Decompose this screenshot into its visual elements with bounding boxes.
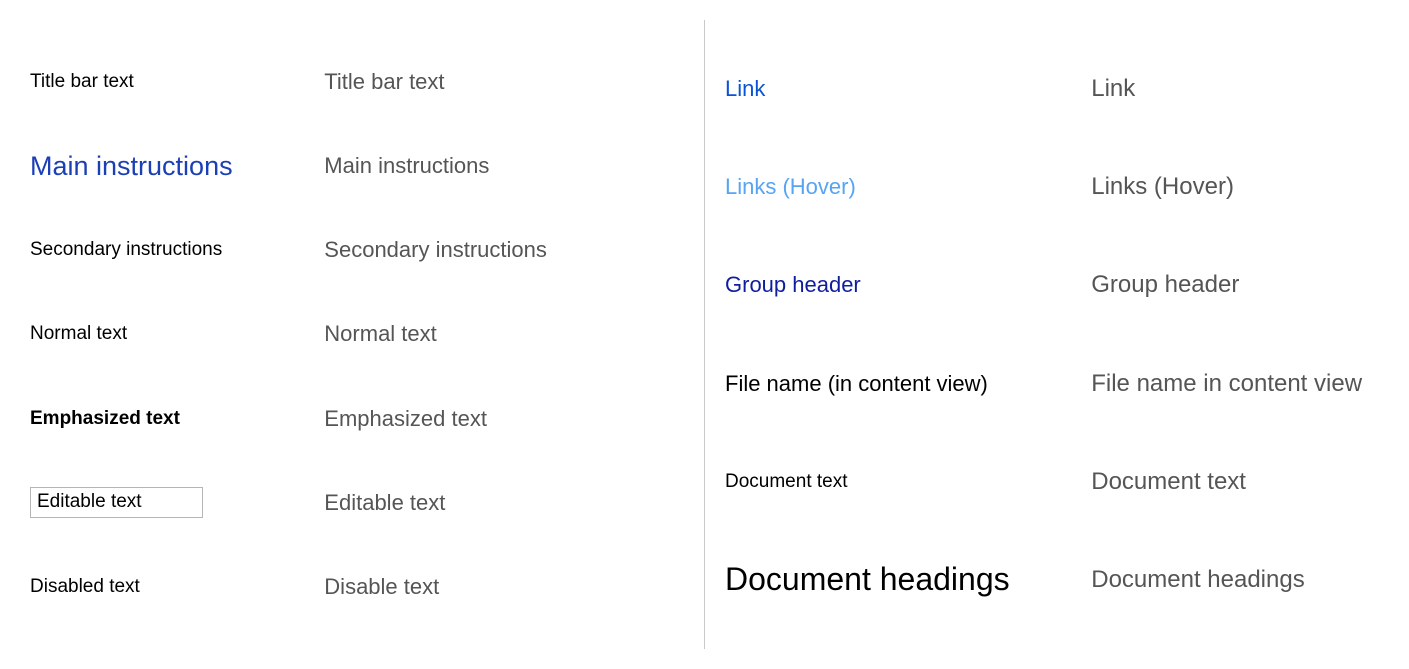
document-text-label: Document text <box>1091 468 1246 496</box>
disabled-text-label: Disable text <box>324 574 439 600</box>
document-headings-sample: Document headings <box>725 561 1010 598</box>
row-normal-text: Normal text Normal text <box>30 292 684 376</box>
link-text-sample[interactable]: Link <box>725 76 765 102</box>
file-name-content-view-label: File name in content view <box>1091 370 1362 398</box>
normal-text-sample: Normal text <box>30 323 127 345</box>
row-group-header: Group header Group header <box>725 236 1379 334</box>
secondary-instructions-label: Secondary instructions <box>324 237 547 263</box>
link-hover-text-sample[interactable]: Links (Hover) <box>725 174 856 200</box>
editable-text-sample[interactable]: Editable text <box>30 487 203 518</box>
row-link-text: Link Link <box>725 40 1379 138</box>
document-text-sample: Document text <box>725 471 848 493</box>
secondary-instructions-sample: Secondary instructions <box>30 239 222 261</box>
typography-reference-page: Title bar text Title bar text Main instruc… <box>0 0 1409 669</box>
emphasized-text-label: Emphasized text <box>324 406 487 432</box>
editable-text-label: Editable text <box>324 490 445 516</box>
main-instructions-label: Main instructions <box>324 153 489 179</box>
link-hover-text-label: Links (Hover) <box>1091 173 1234 201</box>
row-link-hover-text: Links (Hover) Links (Hover) <box>725 138 1379 236</box>
row-disabled-text: Disabled text Disable text <box>30 545 684 629</box>
row-file-name-content-view: File name (in content view) File name in … <box>725 335 1379 433</box>
file-name-content-view-sample: File name (in content view) <box>725 371 988 397</box>
emphasized-text-sample: Emphasized text <box>30 408 180 430</box>
title-bar-text-sample: Title bar text <box>30 71 134 93</box>
disabled-text-sample: Disabled text <box>30 576 140 598</box>
row-main-instructions: Main instructions Main instructions <box>30 124 684 208</box>
row-editable-text: Editable text Editable text <box>30 461 684 545</box>
group-header-sample: Group header <box>725 272 861 298</box>
main-instructions-sample: Main instructions <box>30 151 233 182</box>
row-document-headings: Document headings Document headings <box>725 531 1379 629</box>
row-secondary-instructions: Secondary instructions Secondary instruct… <box>30 208 684 292</box>
row-document-text: Document text Document text <box>725 433 1379 531</box>
column-divider <box>704 20 705 649</box>
document-headings-label: Document headings <box>1091 566 1304 594</box>
row-emphasized-text: Emphasized text Emphasized text <box>30 377 684 461</box>
right-column: Link Link Links (Hover) Links (Hover) Group … <box>725 40 1379 629</box>
link-text-label: Link <box>1091 75 1135 103</box>
title-bar-text-label: Title bar text <box>324 69 444 95</box>
normal-text-label: Normal text <box>324 321 436 347</box>
row-title-bar-text: Title bar text Title bar text <box>30 40 684 124</box>
left-column: Title bar text Title bar text Main instruc… <box>30 40 684 629</box>
group-header-label: Group header <box>1091 271 1239 299</box>
